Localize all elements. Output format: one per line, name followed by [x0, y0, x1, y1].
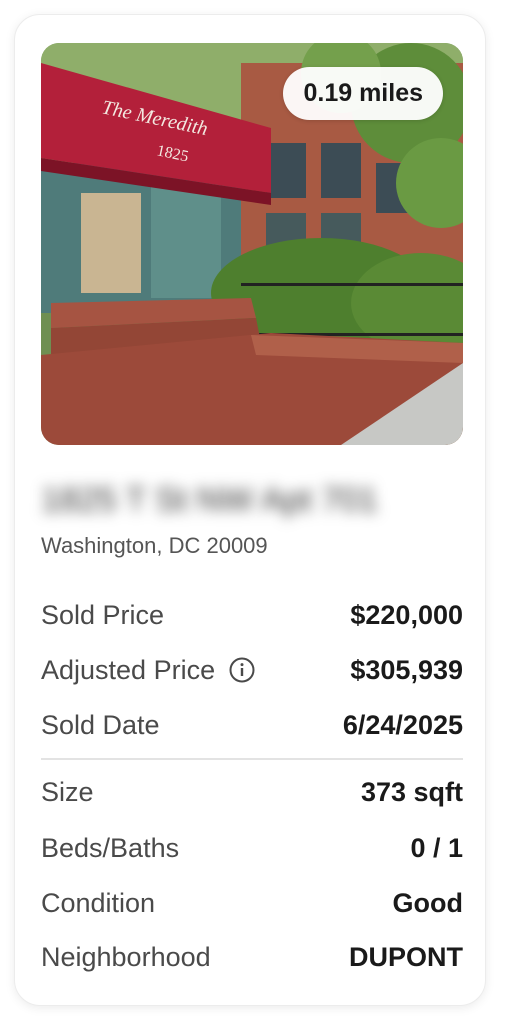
property-address[interactable]: 1825 T St NW Apt 701 — [41, 481, 378, 520]
info-icon[interactable] — [229, 657, 255, 683]
sold-date-label: Sold Date — [41, 709, 160, 740]
neighborhood-label: Neighborhood — [41, 941, 211, 972]
adjusted-price-label-group: Adjusted Price — [41, 655, 255, 686]
size-label: Size — [41, 776, 94, 807]
condition-row: Condition Good — [41, 883, 463, 923]
condition-label: Condition — [41, 887, 156, 918]
size-value: 373 sqft — [360, 776, 463, 807]
beds-baths-label: Beds/Baths — [41, 832, 180, 863]
distance-badge: 0.19 miles — [283, 67, 443, 120]
sold-price-value: $220,000 — [350, 599, 463, 630]
sold-price-label: Sold Price — [41, 599, 165, 630]
beds-baths-value: 0 / 1 — [410, 832, 463, 863]
sold-price-row: Sold Price $220,000 — [41, 595, 463, 635]
beds-baths-row: Beds/Baths 0 / 1 — [41, 828, 463, 868]
condition-value: Good — [392, 887, 463, 918]
size-row: Size 373 sqft — [41, 772, 463, 812]
property-photo[interactable]: The Meredith 1825 0.19 miles — [41, 43, 463, 445]
property-city: Washington, DC 20009 — [41, 533, 268, 558]
adjusted-price-row: Adjusted Price $305,939 — [41, 650, 463, 690]
divider — [41, 758, 463, 760]
neighborhood-row: Neighborhood DUPONT — [41, 937, 463, 977]
neighborhood-value: DUPONT — [349, 941, 463, 972]
adjusted-price-value: $305,939 — [350, 654, 463, 685]
adjusted-price-label: Adjusted Price — [41, 654, 216, 685]
sold-date-row: Sold Date 6/24/2025 — [41, 705, 463, 745]
sold-date-value: 6/24/2025 — [342, 709, 463, 740]
comparable-sale-card[interactable]: The Meredith 1825 0.19 miles 1825 T St N… — [14, 14, 486, 1006]
